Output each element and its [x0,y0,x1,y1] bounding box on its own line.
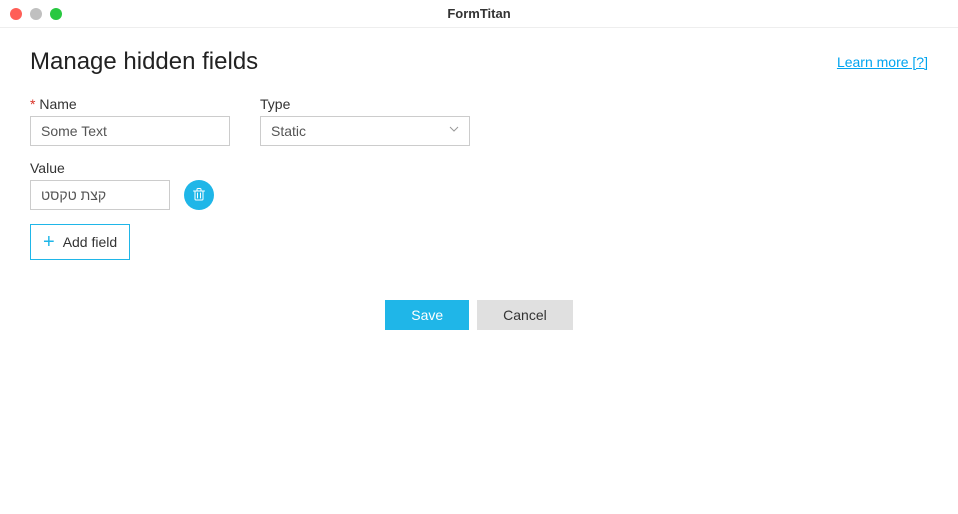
type-label: Type [260,96,470,112]
form-row-1: * Name Type Static [30,96,928,146]
header-row: Manage hidden fields Learn more [?] [30,48,928,76]
type-select[interactable]: Static [260,116,470,146]
window-maximize-button[interactable] [50,8,62,20]
name-field-group: * Name [30,96,230,146]
name-label: * Name [30,96,230,112]
add-field-button[interactable]: + Add field [30,224,130,260]
save-button[interactable]: Save [385,300,469,330]
footer-buttons: Save Cancel [30,300,928,330]
content: Manage hidden fields Learn more [?] * Na… [0,28,958,350]
page-title: Manage hidden fields [30,48,258,76]
name-label-text: Name [39,96,76,112]
value-label: Value [30,160,928,176]
window-close-button[interactable] [10,8,22,20]
delete-button[interactable] [184,180,214,210]
traffic-lights [10,8,62,20]
learn-more-link[interactable]: Learn more [?] [837,54,928,70]
name-input[interactable] [30,116,230,146]
titlebar: FormTitan [0,0,958,28]
type-select-wrap: Static [260,116,470,146]
value-field-group: Value [30,160,928,210]
value-input[interactable] [30,180,170,210]
type-field-group: Type Static [260,96,470,146]
value-row [30,180,928,210]
cancel-button[interactable]: Cancel [477,300,573,330]
plus-icon: + [43,232,55,252]
window-minimize-button[interactable] [30,8,42,20]
window-title: FormTitan [447,6,510,21]
add-field-label: Add field [63,234,117,250]
required-mark: * [30,96,35,112]
trash-icon [192,187,206,204]
